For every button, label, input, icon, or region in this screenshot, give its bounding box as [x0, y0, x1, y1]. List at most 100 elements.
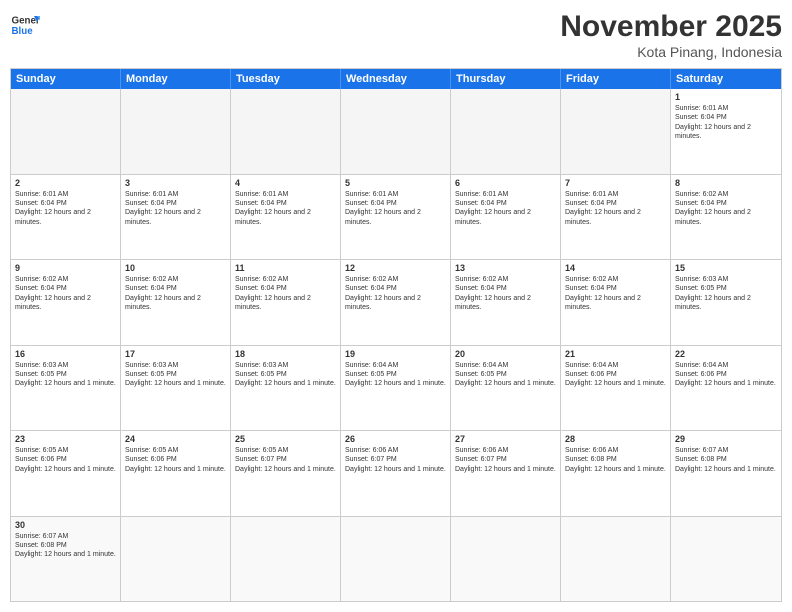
- month-year-title: November 2025: [560, 10, 782, 44]
- calendar-cell-29: 29Sunrise: 6:07 AM Sunset: 6:08 PM Dayli…: [671, 431, 781, 516]
- day-number: 25: [235, 434, 336, 444]
- day-number: 5: [345, 178, 446, 188]
- svg-text:Blue: Blue: [12, 26, 34, 37]
- page: General Blue November 2025 Kota Pinang, …: [0, 0, 792, 612]
- day-number: 6: [455, 178, 556, 188]
- calendar-cell-empty-0-0: [11, 89, 121, 174]
- day-info: Sunrise: 6:06 AM Sunset: 6:08 PM Dayligh…: [565, 446, 666, 474]
- day-number: 19: [345, 349, 446, 359]
- calendar-cell-11: 11Sunrise: 6:02 AM Sunset: 6:04 PM Dayli…: [231, 260, 341, 345]
- calendar-cell-14: 14Sunrise: 6:02 AM Sunset: 6:04 PM Dayli…: [561, 260, 671, 345]
- calendar-cell-22: 22 Sunrise: 6:04 AM Sunset: 6:06 PM Dayli…: [671, 346, 781, 431]
- day-number: 4: [235, 178, 336, 188]
- day-info: Sunrise: 6:01 AM Sunset: 6:04 PM Dayligh…: [15, 190, 116, 228]
- location-subtitle: Kota Pinang, Indonesia: [560, 44, 782, 60]
- day-number: 16: [15, 349, 116, 359]
- day-info: Sunrise: 6:06 AM Sunset: 6:07 PM Dayligh…: [345, 446, 446, 474]
- day-number: 15: [675, 263, 777, 273]
- day-info: Sunrise: 6:03 AM Sunset: 6:05 PM Dayligh…: [125, 361, 226, 389]
- day-info: Sunrise: 6:07 AM Sunset: 6:08 PM Dayligh…: [15, 532, 116, 560]
- day-number: 30: [15, 520, 116, 530]
- day-number: 20: [455, 349, 556, 359]
- day-number: 13: [455, 263, 556, 273]
- day-number: 7: [565, 178, 666, 188]
- calendar-cell-18: 18 Sunrise: 6:03 AM Sunset: 6:05 PM Dayli…: [231, 346, 341, 431]
- calendar-cell-26: 26 Sunrise: 6:06 AM Sunset: 6:07 PM Dayli…: [341, 431, 451, 516]
- day-info: Sunrise: 6:01 AM Sunset: 6:04 PM Dayligh…: [455, 190, 556, 228]
- calendar-cell-empty-5-3: [341, 517, 451, 602]
- calendar: SundayMondayTuesdayWednesdayThursdayFrid…: [10, 68, 782, 602]
- day-number: 27: [455, 434, 556, 444]
- calendar-cell-empty-5-2: [231, 517, 341, 602]
- calendar-cell-19: 19 Sunrise: 6:04 AM Sunset: 6:05 PM Dayli…: [341, 346, 451, 431]
- logo: General Blue: [10, 10, 40, 40]
- calendar-cell-empty-5-6: [671, 517, 781, 602]
- day-info: Sunrise: 6:05 AM Sunset: 6:07 PM Dayligh…: [235, 446, 336, 474]
- day-info: Sunrise: 6:04 AM Sunset: 6:06 PM Dayligh…: [675, 361, 777, 389]
- calendar-cell-9: 9Sunrise: 6:02 AM Sunset: 6:04 PM Daylig…: [11, 260, 121, 345]
- calendar-cell-30: 30 Sunrise: 6:07 AM Sunset: 6:08 PM Dayli…: [11, 517, 121, 602]
- day-number: 2: [15, 178, 116, 188]
- day-number: 21: [565, 349, 666, 359]
- day-info: Sunrise: 6:04 AM Sunset: 6:06 PM Dayligh…: [565, 361, 666, 389]
- calendar-cell-2: 2 Sunrise: 6:01 AM Sunset: 6:04 PM Daylig…: [11, 175, 121, 260]
- calendar-cell-empty-0-2: [231, 89, 341, 174]
- day-info: Sunrise: 6:01 AM Sunset: 6:04 PM Dayligh…: [565, 190, 666, 228]
- calendar-cell-25: 25 Sunrise: 6:05 AM Sunset: 6:07 PM Dayli…: [231, 431, 341, 516]
- day-info: Sunrise: 6:06 AM Sunset: 6:07 PM Dayligh…: [455, 446, 556, 474]
- day-header-saturday: Saturday: [671, 69, 781, 89]
- calendar-cell-empty-5-5: [561, 517, 671, 602]
- day-header-friday: Friday: [561, 69, 671, 89]
- calendar-cell-empty-5-4: [451, 517, 561, 602]
- day-info: Sunrise: 6:04 AM Sunset: 6:05 PM Dayligh…: [345, 361, 446, 389]
- day-info: Sunrise: 6:02 AM Sunset: 6:04 PM Dayligh…: [565, 275, 666, 313]
- calendar-body: 1Sunrise: 6:01 AM Sunset: 6:04 PM Daylig…: [11, 89, 781, 601]
- day-number: 18: [235, 349, 336, 359]
- calendar-cell-6: 6 Sunrise: 6:01 AM Sunset: 6:04 PM Daylig…: [451, 175, 561, 260]
- day-number: 8: [675, 178, 777, 188]
- day-header-thursday: Thursday: [451, 69, 561, 89]
- calendar-cell-10: 10 Sunrise: 6:02 AM Sunset: 6:04 PM Dayli…: [121, 260, 231, 345]
- calendar-cell-24: 24 Sunrise: 6:05 AM Sunset: 6:06 PM Dayli…: [121, 431, 231, 516]
- day-info: Sunrise: 6:01 AM Sunset: 6:04 PM Dayligh…: [675, 104, 777, 142]
- calendar-cell-5: 5 Sunrise: 6:01 AM Sunset: 6:04 PM Daylig…: [341, 175, 451, 260]
- day-info: Sunrise: 6:02 AM Sunset: 6:04 PM Dayligh…: [125, 275, 226, 313]
- calendar-cell-4: 4 Sunrise: 6:01 AM Sunset: 6:04 PM Daylig…: [231, 175, 341, 260]
- day-number: 26: [345, 434, 446, 444]
- calendar-cell-empty-0-5: [561, 89, 671, 174]
- day-header-tuesday: Tuesday: [231, 69, 341, 89]
- calendar-cell-16: 16Sunrise: 6:03 AM Sunset: 6:05 PM Dayli…: [11, 346, 121, 431]
- title-block: November 2025 Kota Pinang, Indonesia: [560, 10, 782, 60]
- day-info: Sunrise: 6:04 AM Sunset: 6:05 PM Dayligh…: [455, 361, 556, 389]
- day-header-wednesday: Wednesday: [341, 69, 451, 89]
- day-number: 10: [125, 263, 226, 273]
- calendar-cell-empty-0-3: [341, 89, 451, 174]
- day-number: 9: [15, 263, 116, 273]
- calendar-cell-empty-0-4: [451, 89, 561, 174]
- day-info: Sunrise: 6:05 AM Sunset: 6:06 PM Dayligh…: [125, 446, 226, 474]
- header: General Blue November 2025 Kota Pinang, …: [10, 10, 782, 60]
- day-number: 17: [125, 349, 226, 359]
- calendar-cell-17: 17 Sunrise: 6:03 AM Sunset: 6:05 PM Dayli…: [121, 346, 231, 431]
- calendar-cell-7: 7 Sunrise: 6:01 AM Sunset: 6:04 PM Daylig…: [561, 175, 671, 260]
- day-info: Sunrise: 6:03 AM Sunset: 6:05 PM Dayligh…: [235, 361, 336, 389]
- calendar-cell-23: 23Sunrise: 6:05 AM Sunset: 6:06 PM Dayli…: [11, 431, 121, 516]
- calendar-cell-empty-5-1: [121, 517, 231, 602]
- day-number: 22: [675, 349, 777, 359]
- day-info: Sunrise: 6:01 AM Sunset: 6:04 PM Dayligh…: [345, 190, 446, 228]
- day-number: 24: [125, 434, 226, 444]
- day-header-sunday: Sunday: [11, 69, 121, 89]
- calendar-cell-3: 3Sunrise: 6:01 AM Sunset: 6:04 PM Daylig…: [121, 175, 231, 260]
- day-number: 11: [235, 263, 336, 273]
- day-info: Sunrise: 6:02 AM Sunset: 6:04 PM Dayligh…: [675, 190, 777, 228]
- day-info: Sunrise: 6:03 AM Sunset: 6:05 PM Dayligh…: [675, 275, 777, 313]
- calendar-week-4: 16 Sunrise: 6:03 AM Sunset: 6:05 PM Dayli…: [11, 346, 781, 432]
- calendar-week-1: 1Sunrise: 6:01 AM Sunset: 6:04 PM Daylig…: [11, 89, 781, 175]
- calendar-header: SundayMondayTuesdayWednesdayThursdayFrid…: [11, 69, 781, 89]
- calendar-cell-15: 15 Sunrise: 6:03 AM Sunset: 6:05 PM Dayli…: [671, 260, 781, 345]
- calendar-cell-empty-0-1: [121, 89, 231, 174]
- day-info: Sunrise: 6:01 AM Sunset: 6:04 PM Dayligh…: [125, 190, 226, 228]
- calendar-cell-27: 27 Sunrise: 6:06 AM Sunset: 6:07 PM Dayli…: [451, 431, 561, 516]
- day-number: 29: [675, 434, 777, 444]
- day-info: Sunrise: 6:01 AM Sunset: 6:04 PM Dayligh…: [235, 190, 336, 228]
